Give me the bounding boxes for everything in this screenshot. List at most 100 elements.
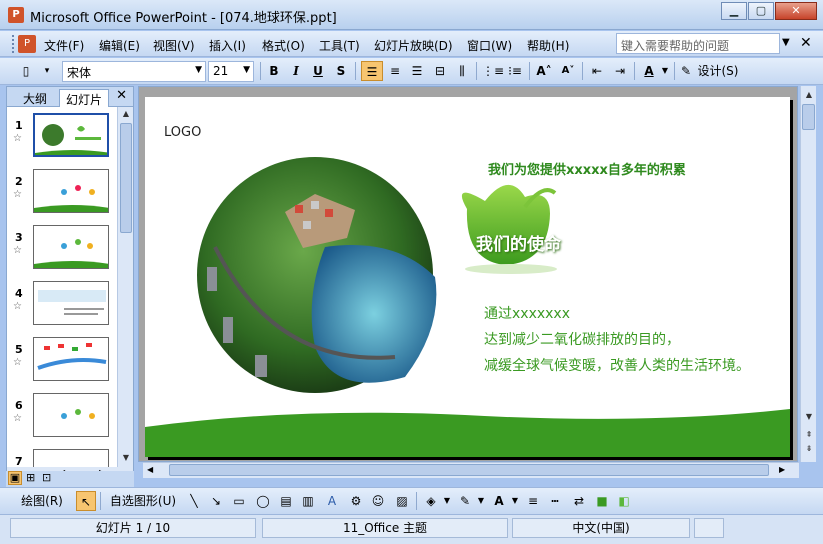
help-search-input[interactable]: 键入需要帮助的问题 — [616, 33, 780, 54]
diagram-icon[interactable]: ⚙ — [348, 491, 364, 511]
scroll-thumb[interactable] — [169, 464, 769, 476]
menu-tools[interactable]: 工具(T) — [319, 37, 360, 54]
scroll-down-icon[interactable]: ▼ — [803, 412, 815, 421]
logo-text[interactable]: LOGO — [164, 125, 201, 140]
toolbar-options-icon[interactable]: ▾ — [40, 61, 54, 81]
minimize-button[interactable]: ▁ — [721, 2, 747, 20]
fill-color-dropdown-icon[interactable]: ▼ — [442, 491, 452, 511]
scroll-down-icon[interactable]: ▼ — [120, 453, 132, 462]
align-center-icon[interactable]: ≡ — [386, 61, 404, 81]
numbering-icon[interactable]: ⋮≡ — [482, 61, 504, 81]
clipart-icon[interactable]: ☺ — [370, 491, 386, 511]
textbox-tool-icon[interactable]: ▤ — [278, 491, 294, 511]
draw-menu-button[interactable]: 绘图(R) — [14, 491, 70, 511]
body-line[interactable]: 通过xxxxxxx — [484, 303, 570, 323]
help-dropdown-icon[interactable]: ▼ — [782, 37, 790, 48]
font-color-icon[interactable]: A — [640, 61, 658, 81]
scroll-left-icon[interactable]: ◀ — [147, 465, 153, 474]
tab-slides[interactable]: 幻灯片 — [59, 89, 110, 107]
slide-sorter-icon[interactable]: ⊞ — [26, 471, 35, 484]
maximize-button[interactable]: ▢ — [748, 2, 774, 20]
scroll-thumb[interactable] — [120, 123, 132, 233]
theme-name: 11_Office 主题 — [262, 518, 508, 538]
menu-format[interactable]: 格式(O) — [262, 37, 305, 54]
autoshapes-button[interactable]: 自选图形(U) — [104, 491, 182, 511]
font-combo[interactable]: 宋体 ▼ — [62, 61, 206, 82]
slide-thumbnail[interactable]: 1 ☆ — [7, 113, 117, 169]
scroll-up-icon[interactable]: ▲ — [120, 109, 132, 118]
document-icon[interactable]: P — [18, 35, 36, 53]
font-size-combo[interactable]: 21 ▼ — [208, 61, 254, 82]
line-color-icon[interactable]: ✎ — [456, 491, 474, 511]
menubar-grip[interactable] — [12, 35, 16, 53]
menu-file[interactable]: 文件(F) — [44, 37, 84, 54]
shadow-button[interactable]: S — [332, 61, 350, 81]
thumbnail-scrollbar[interactable]: ▲ ▼ — [117, 107, 133, 467]
slide-headline[interactable]: 我们为您提供xxxxx自多年的积累 — [488, 159, 686, 178]
fill-color-icon[interactable]: ◈ — [422, 491, 440, 511]
slide-hscrollbar[interactable]: ◀ ▶ — [143, 462, 799, 478]
shadow-style-icon[interactable]: ■ — [594, 491, 610, 511]
line-style-icon[interactable]: ≡ — [524, 491, 542, 511]
previous-slide-icon[interactable]: ⇞ — [803, 430, 815, 439]
decrease-indent-icon[interactable]: ⇤ — [588, 61, 606, 81]
arrow-style-icon[interactable]: ⇄ — [570, 491, 588, 511]
line-tool-icon[interactable]: ╲ — [186, 491, 202, 511]
increase-font-icon[interactable]: A˄ — [534, 61, 554, 81]
oval-tool-icon[interactable]: ◯ — [254, 491, 272, 511]
slide-thumbnail[interactable]: 3 ☆ — [7, 225, 117, 281]
text-color-dropdown-icon[interactable]: ▼ — [510, 491, 520, 511]
distribute-icon[interactable]: ⊟ — [431, 61, 449, 81]
underline-button[interactable]: U — [309, 61, 327, 81]
scroll-thumb[interactable] — [802, 104, 815, 130]
increase-indent-icon[interactable]: ⇥ — [611, 61, 629, 81]
align-right-icon[interactable]: ☰ — [408, 61, 426, 81]
align-left-icon[interactable]: ☰ — [361, 61, 383, 81]
italic-button[interactable]: I — [287, 61, 305, 81]
font-color-dropdown-icon[interactable]: ▼ — [660, 61, 670, 81]
slide-thumbnail[interactable]: 6 ☆ — [7, 393, 117, 449]
body-line[interactable]: 达到减少二氧化碳排放的目的， — [484, 329, 680, 349]
slide-thumbnail[interactable]: 7 — [7, 449, 117, 469]
doc-close-icon[interactable]: ✕ — [800, 35, 812, 51]
line-color-dropdown-icon[interactable]: ▼ — [476, 491, 486, 511]
vertical-textbox-icon[interactable]: ▥ — [300, 491, 316, 511]
powerpoint-app-icon[interactable]: P — [8, 7, 24, 23]
slideshow-view-icon[interactable]: ⊡ — [42, 471, 51, 484]
close-button[interactable]: ✕ — [775, 2, 817, 20]
slide-scrollbar[interactable]: ▲ ▼ ⇞ ⇟ — [800, 86, 816, 462]
rectangle-tool-icon[interactable]: ▭ — [230, 491, 248, 511]
normal-view-icon[interactable]: ▣ — [8, 471, 22, 485]
new-document-icon[interactable]: ▯ — [16, 61, 36, 81]
select-pointer-icon[interactable]: ↖ — [76, 491, 96, 511]
menu-slideshow[interactable]: 幻灯片放映(D) — [374, 37, 453, 54]
design-button[interactable]: 设计(S) — [696, 61, 740, 81]
body-line[interactable]: 减缓全球气候变暖，改善人类的生活环境。 — [484, 355, 750, 375]
design-icon[interactable]: ✎ — [679, 61, 693, 81]
picture-icon[interactable]: ▨ — [394, 491, 410, 511]
dash-style-icon[interactable]: ┅ — [546, 491, 564, 511]
scroll-up-icon[interactable]: ▲ — [803, 90, 815, 99]
tab-outline[interactable]: 大纲 — [17, 89, 53, 107]
close-pane-icon[interactable]: ✕ — [116, 88, 127, 103]
3d-style-icon[interactable]: ◧ — [616, 491, 632, 511]
wordart-icon[interactable]: A — [324, 491, 340, 511]
text-color-icon[interactable]: A — [490, 491, 508, 511]
slide-thumbnail[interactable]: 2 ☆ — [7, 169, 117, 225]
slide-canvas[interactable]: LOGO 我们为您提供xxxxx自多年的积累 我们的使命 通过xxxxxxx 达… — [145, 97, 790, 457]
slide-thumbnail[interactable]: 5 ☆ — [7, 337, 117, 393]
bold-button[interactable]: B — [265, 61, 283, 81]
menu-help[interactable]: 帮助(H) — [527, 37, 569, 54]
menu-view[interactable]: 视图(V) — [153, 37, 195, 54]
mission-title[interactable]: 我们的使命 — [476, 230, 561, 255]
slide-thumbnail[interactable]: 4 ☆ — [7, 281, 117, 337]
menu-window[interactable]: 窗口(W) — [467, 37, 512, 54]
menu-edit[interactable]: 编辑(E) — [99, 37, 140, 54]
decrease-font-icon[interactable]: A˅ — [558, 61, 578, 81]
arrow-tool-icon[interactable]: ↘ — [208, 491, 224, 511]
columns-icon[interactable]: ⫼ — [453, 61, 471, 81]
scroll-right-icon[interactable]: ▶ — [779, 465, 785, 474]
next-slide-icon[interactable]: ⇟ — [803, 444, 815, 453]
menu-insert[interactable]: 插入(I) — [209, 37, 246, 54]
bullets-icon[interactable]: ⁝≡ — [506, 61, 524, 81]
